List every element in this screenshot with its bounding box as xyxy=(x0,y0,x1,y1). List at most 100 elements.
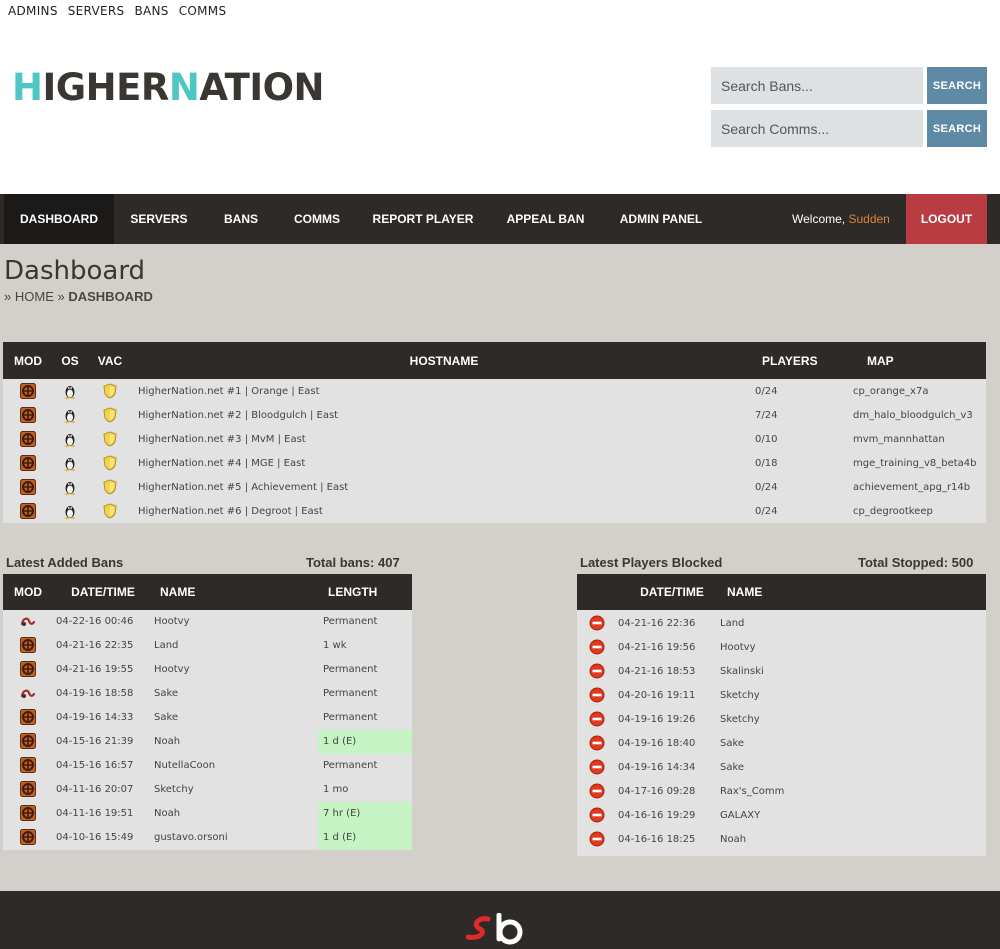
blocks-col-datetime: DATE/TIME xyxy=(640,585,704,599)
ban-row[interactable]: 04-11-16 20:07 Sketchy 1 mo xyxy=(3,778,412,802)
ban-row[interactable]: 04-22-16 00:46 Hootvy Permanent xyxy=(3,610,412,634)
server-os-cell xyxy=(53,431,87,447)
block-row[interactable]: 04-20-16 19:11 Sketchy xyxy=(577,684,986,708)
site-logo[interactable]: HIGHERNATION xyxy=(12,66,324,109)
block-row[interactable]: 04-16-16 19:29 GALAXY xyxy=(577,804,986,828)
server-vac-cell xyxy=(87,431,133,447)
server-vac-cell xyxy=(87,383,133,399)
breadcrumb-home[interactable]: HOME xyxy=(15,289,54,304)
blocked-icon xyxy=(589,639,605,655)
tab-appeal-ban[interactable]: APPEAL BAN xyxy=(490,194,601,244)
sourcebans-logo[interactable] xyxy=(466,913,526,949)
block-datetime: 04-21-16 22:36 xyxy=(618,618,696,629)
block-name: Sketchy xyxy=(720,714,760,725)
server-row[interactable]: HigherNation.net #6 | Degroot | East 0/24… xyxy=(3,499,986,523)
blocked-icon xyxy=(589,831,605,847)
block-icon-cell xyxy=(577,804,617,828)
bans-col-name: NAME xyxy=(160,585,196,599)
ban-row[interactable]: 04-19-16 14:33 Sake Permanent xyxy=(3,706,412,730)
block-name: Sketchy xyxy=(720,690,760,701)
tab-comms[interactable]: COMMS xyxy=(278,194,356,244)
toplink-comms[interactable]: COMMS xyxy=(179,4,227,18)
search-comms-input[interactable] xyxy=(711,110,923,147)
server-mod-cell xyxy=(3,431,53,447)
block-name: Sake xyxy=(720,762,745,773)
search-bans-button[interactable]: SEARCH xyxy=(927,67,987,104)
username-link[interactable]: Sudden xyxy=(848,212,889,226)
block-row[interactable]: 04-21-16 19:56 Hootvy xyxy=(577,636,986,660)
ban-datetime: 04-19-16 14:33 xyxy=(56,712,134,723)
bans-table-header: MOD DATE/TIME NAME LENGTH xyxy=(3,574,412,610)
ban-mod-cell xyxy=(3,610,53,634)
blocked-icon xyxy=(589,615,605,631)
server-players: 0/24 xyxy=(755,481,778,493)
search-bans-input[interactable] xyxy=(711,67,923,104)
tab-admin-panel[interactable]: ADMIN PANEL xyxy=(601,194,721,244)
hl2dm-icon xyxy=(20,617,36,626)
ban-datetime: 04-19-16 18:58 xyxy=(56,688,134,699)
toplink-bans[interactable]: BANS xyxy=(134,4,168,18)
tab-servers[interactable]: SERVERS xyxy=(114,194,204,244)
ban-name: Hootvy xyxy=(154,664,190,675)
ban-row[interactable]: 04-21-16 22:35 Land 1 wk xyxy=(3,634,412,658)
server-map: cp_degrootkeep xyxy=(853,505,933,517)
ban-datetime: 04-11-16 20:07 xyxy=(56,784,134,795)
block-datetime: 04-16-16 18:25 xyxy=(618,834,696,845)
main-nav: DASHBOARD SERVERS BANS COMMS REPORT PLAY… xyxy=(0,194,1000,244)
ban-row[interactable]: 04-15-16 16:57 NutellaCoon Permanent xyxy=(3,754,412,778)
toplink-admins[interactable]: ADMINS xyxy=(8,4,58,18)
tf2-icon xyxy=(20,503,36,519)
ban-row[interactable]: 04-15-16 21:39 Noah 1 d (E) xyxy=(3,730,412,754)
block-row[interactable]: 04-19-16 19:26 Sketchy xyxy=(577,708,986,732)
ban-name: gustavo.orsoni xyxy=(154,832,228,843)
block-row[interactable]: 04-19-16 14:34 Sake xyxy=(577,756,986,780)
block-row[interactable]: 04-21-16 22:36 Land xyxy=(577,612,986,636)
servers-table: MOD OS VAC HOSTNAME PLAYERS MAP HigherNa… xyxy=(3,342,986,523)
block-icon-cell xyxy=(577,756,617,780)
ban-datetime: 04-10-16 15:49 xyxy=(56,832,134,843)
linux-icon xyxy=(64,434,76,447)
ban-length: 7 hr (E) xyxy=(318,802,412,826)
col-vac: VAC xyxy=(97,353,123,368)
ban-length: Permanent xyxy=(323,712,378,723)
ban-length: Permanent xyxy=(323,664,378,675)
ban-row[interactable]: 04-21-16 19:55 Hootvy Permanent xyxy=(3,658,412,682)
block-row[interactable]: 04-17-16 09:28 Rax's_Comm xyxy=(577,780,986,804)
server-row[interactable]: HigherNation.net #4 | MGE | East 0/18 mge_… xyxy=(3,451,986,475)
footer xyxy=(0,891,1000,949)
toplink-servers[interactable]: SERVERS xyxy=(68,4,125,18)
block-icon-cell xyxy=(577,708,617,732)
ban-row[interactable]: 04-11-16 19:51 Noah 7 hr (E) xyxy=(3,802,412,826)
block-name: Skalinski xyxy=(720,666,764,677)
ban-length: 1 wk xyxy=(323,640,347,651)
vac-shield-icon xyxy=(103,455,117,471)
ban-mod-cell xyxy=(3,730,53,754)
tab-bans[interactable]: BANS xyxy=(204,194,278,244)
ban-row[interactable]: 04-19-16 18:58 Sake Permanent xyxy=(3,682,412,706)
tf2-icon xyxy=(20,637,36,653)
linux-icon xyxy=(64,506,76,519)
bans-total: Total bans: 407 xyxy=(306,555,400,570)
block-row[interactable]: 04-16-16 18:25 Noah xyxy=(577,828,986,852)
server-hostname: HigherNation.net #4 | MGE | East xyxy=(138,457,306,469)
block-row[interactable]: 04-21-16 18:53 Skalinski xyxy=(577,660,986,684)
block-icon-cell xyxy=(577,828,617,852)
ban-row[interactable]: 04-10-16 15:49 gustavo.orsoni 1 d (E) xyxy=(3,826,412,850)
server-mod-cell xyxy=(3,479,53,495)
tf2-icon xyxy=(20,829,36,845)
search-comms-button[interactable]: SEARCH xyxy=(927,110,987,147)
col-hostname: HOSTNAME xyxy=(409,353,479,368)
server-row[interactable]: HigherNation.net #3 | MvM | East 0/10 mvm_… xyxy=(3,427,986,451)
tab-dashboard[interactable]: DASHBOARD xyxy=(4,194,114,244)
server-row[interactable]: HigherNation.net #1 | Orange | East 0/24 c… xyxy=(3,379,986,403)
ban-name: Sake xyxy=(154,688,179,699)
tab-report-player[interactable]: REPORT PLAYER xyxy=(356,194,490,244)
ban-datetime: 04-15-16 21:39 xyxy=(56,736,134,747)
logout-button[interactable]: LOGOUT xyxy=(906,194,987,244)
ban-mod-cell xyxy=(3,682,53,706)
server-row[interactable]: HigherNation.net #5 | Achievement | East… xyxy=(3,475,986,499)
ban-length: Permanent xyxy=(323,688,378,699)
server-players: 0/24 xyxy=(755,505,778,517)
server-row[interactable]: HigherNation.net #2 | Bloodgulch | East 7… xyxy=(3,403,986,427)
block-row[interactable]: 04-19-16 18:40 Sake xyxy=(577,732,986,756)
